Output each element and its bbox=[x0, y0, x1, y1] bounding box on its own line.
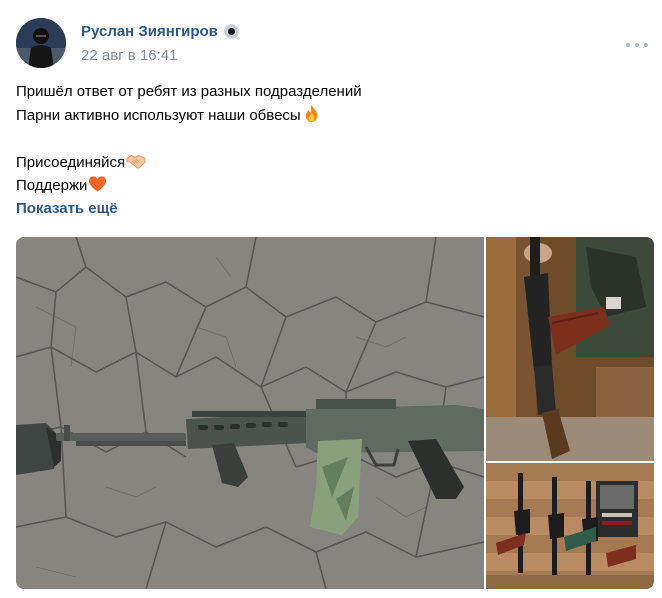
post-text-line-1-text: Пришёл ответ от ребят из разных подразде… bbox=[16, 83, 362, 100]
post-text-line-4: Присоединяйся bbox=[16, 151, 646, 175]
orange-heart-emoji bbox=[88, 175, 107, 201]
post-text-blank-line bbox=[16, 127, 646, 151]
post-text-line-4-text: Присоединяйся bbox=[16, 153, 126, 171]
rifle-held-in-hand-photo[interactable] bbox=[486, 237, 654, 461]
post-text-line-2-text: Парни активно используют наши обвесы bbox=[16, 106, 301, 124]
more-horizontal-icon[interactable] bbox=[626, 40, 648, 50]
post-text-line-5-text: Поддержи bbox=[16, 177, 88, 194]
rifle-on-cracked-ground-photo[interactable] bbox=[16, 237, 484, 589]
post-date[interactable]: 22 авг в 16:41 bbox=[81, 47, 177, 64]
post-text-line-1: Пришёл ответ от ребят из разных подразде… bbox=[16, 80, 646, 104]
post-text-line-5: Поддержи bbox=[16, 174, 646, 198]
fire-emoji bbox=[302, 104, 321, 131]
wall-post: Руслан Зиянгиров 22 авг в 16:41 Пришёл о… bbox=[0, 0, 662, 598]
post-text-line-2: Парни активно используют наши обвесы bbox=[16, 104, 646, 128]
more-dot bbox=[644, 43, 648, 47]
verified-badge-icon bbox=[223, 24, 239, 39]
rifles-on-wall-rack-photo[interactable] bbox=[486, 463, 654, 589]
author-avatar[interactable] bbox=[16, 18, 66, 68]
author-name[interactable]: Руслан Зиянгиров bbox=[81, 23, 239, 40]
post-text: Пришёл ответ от ребят из разных подразде… bbox=[16, 80, 646, 198]
more-dot bbox=[635, 43, 639, 47]
show-more-link[interactable]: Показать ещё bbox=[16, 200, 118, 217]
handshake-emoji bbox=[126, 152, 146, 178]
more-dot bbox=[626, 43, 630, 47]
author-name-text[interactable]: Руслан Зиянгиров bbox=[81, 23, 218, 40]
